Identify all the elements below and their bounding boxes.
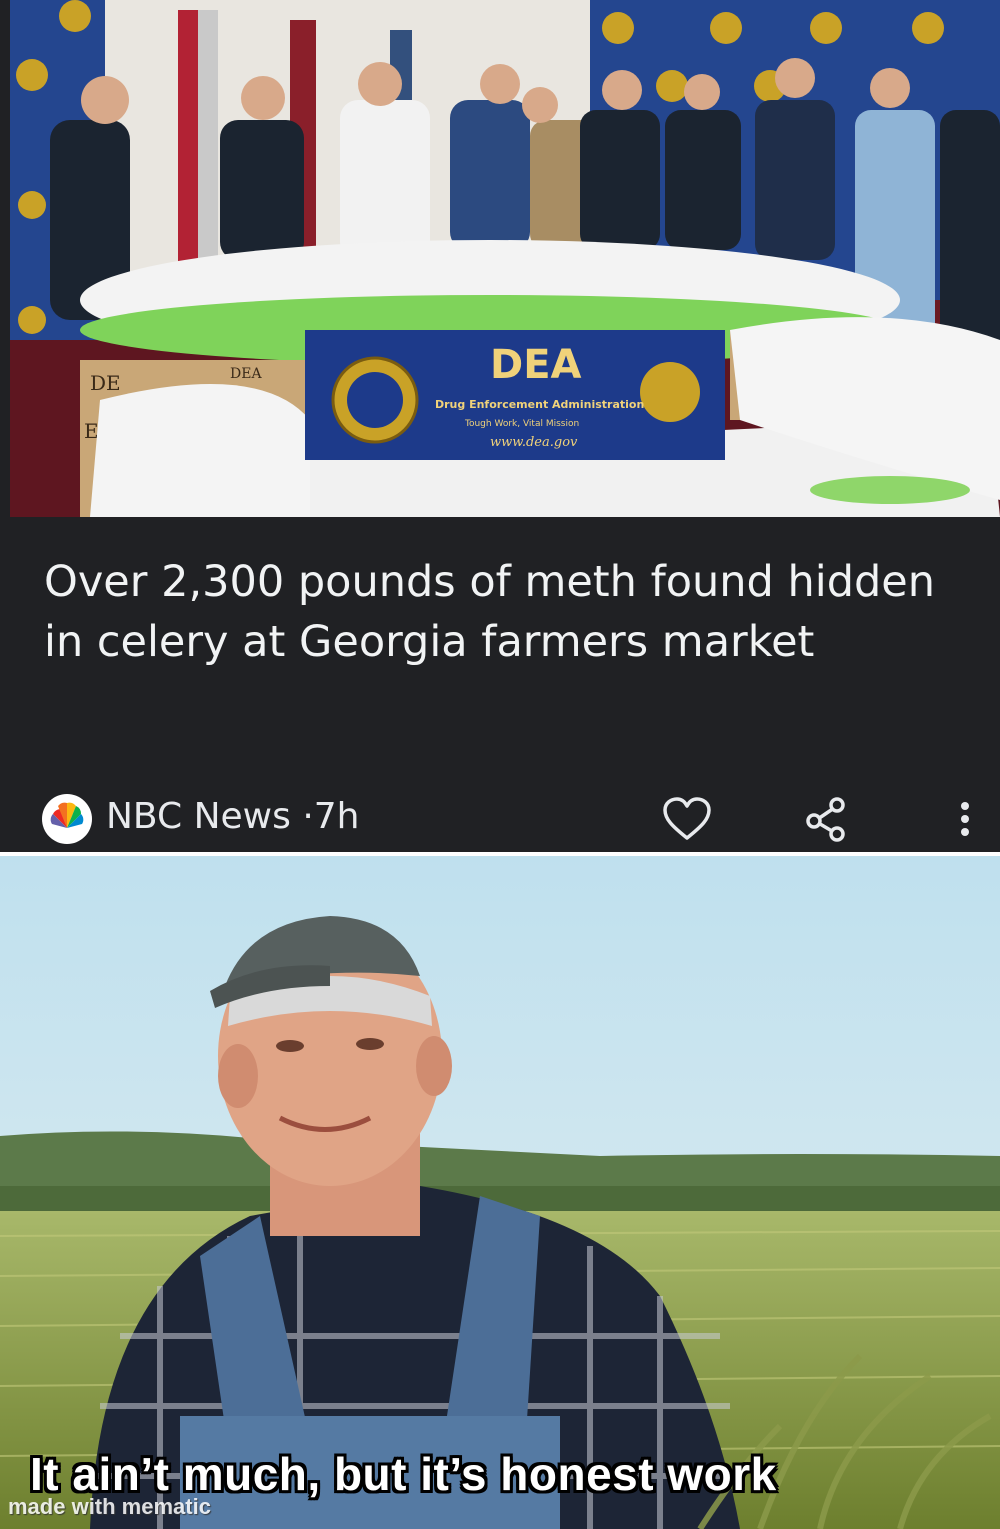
- news-card[interactable]: DE EVI DEA DEA Drug Enforcement Administ…: [0, 0, 1000, 852]
- article-age: 7h: [313, 796, 360, 837]
- nbc-peacock-icon: [42, 794, 92, 844]
- more-vert-icon[interactable]: [952, 796, 978, 842]
- article-meta-row: NBC News ·7h: [40, 790, 980, 844]
- mematic-watermark: made with mematic: [8, 1494, 211, 1519]
- source-separator: ·: [302, 796, 314, 837]
- share-icon[interactable]: [803, 796, 849, 842]
- source-name: NBC News: [106, 796, 291, 837]
- article-source[interactable]: NBC News ·7h: [106, 794, 360, 840]
- article-photo[interactable]: DE EVI DEA DEA Drug Enforcement Administ…: [10, 0, 1000, 517]
- dea-banner-title: DEA: [490, 342, 582, 388]
- meme-photo: [0, 856, 1000, 1529]
- dea-banner-tagline: Tough Work, Vital Mission: [464, 419, 579, 429]
- heart-icon[interactable]: [662, 796, 712, 842]
- box-text-left-1: DE: [90, 371, 121, 395]
- dea-banner-subtitle: Drug Enforcement Administration: [435, 398, 644, 411]
- dea-banner-url: www.dea.gov: [490, 435, 578, 450]
- box-text-top: DEA: [230, 366, 262, 382]
- article-headline[interactable]: Over 2,300 pounds of meth found hidden i…: [44, 552, 964, 672]
